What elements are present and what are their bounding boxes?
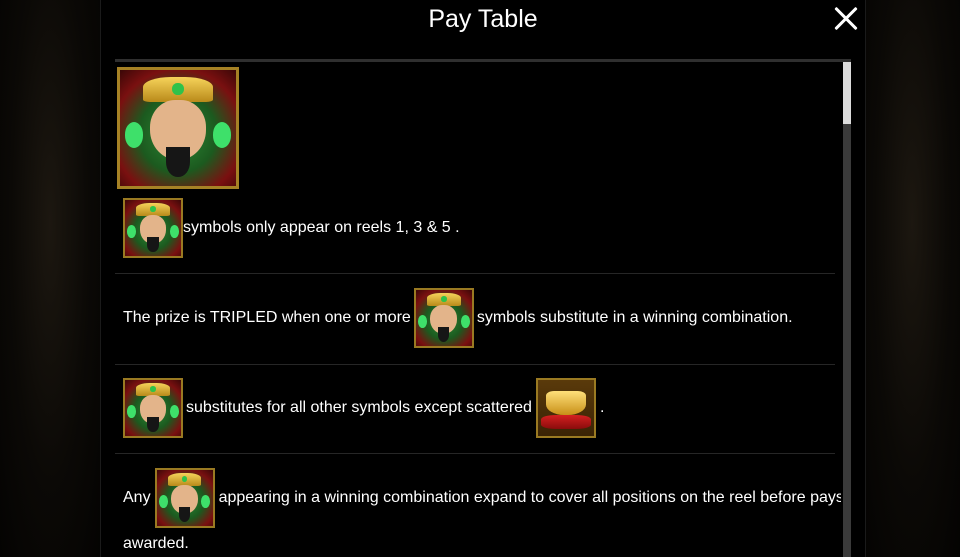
section-divider bbox=[115, 453, 835, 454]
substitutes-rule: substitutes for all other symbols except… bbox=[123, 378, 604, 438]
background-right bbox=[864, 0, 960, 557]
wild-emperor-symbol bbox=[123, 198, 183, 258]
tripled-rule: The prize is TRIPLED when one or more sy… bbox=[123, 288, 793, 348]
tripled-rule-text-start: The prize is TRIPLED when one or more bbox=[123, 309, 411, 326]
section-divider bbox=[115, 273, 835, 274]
wild-emperor-symbol bbox=[154, 468, 215, 528]
expand-rule-text-end: appearing in a winning combination expan… bbox=[218, 489, 841, 506]
expand-rule-text-line2: awarded. bbox=[123, 535, 189, 552]
wild-emperor-symbol bbox=[123, 378, 183, 438]
scrollbar-track[interactable] bbox=[843, 62, 851, 557]
pay-table-panel: Pay Table symbols only appear on reels 1… bbox=[100, 0, 866, 557]
substitutes-rule-period: . bbox=[599, 399, 605, 416]
reels-rule-text: symbols only appear on reels 1, 3 & 5 . bbox=[183, 219, 460, 236]
background-left bbox=[0, 0, 100, 557]
pay-table-content: symbols only appear on reels 1, 3 & 5 . … bbox=[101, 62, 841, 557]
scrollbar-thumb[interactable] bbox=[843, 62, 851, 124]
wild-emperor-symbol-large bbox=[117, 67, 239, 189]
substitutes-rule-text: substitutes for all other symbols except… bbox=[186, 399, 532, 416]
section-divider bbox=[115, 364, 835, 365]
reels-rule: symbols only appear on reels 1, 3 & 5 . bbox=[123, 198, 460, 258]
dialog-title: Pay Table bbox=[428, 5, 538, 33]
wild-emperor-symbol bbox=[413, 288, 474, 348]
close-icon[interactable] bbox=[833, 6, 859, 32]
gold-ingot-scatter-symbol bbox=[535, 378, 596, 438]
expand-rule-text-start: Any bbox=[123, 489, 151, 506]
expand-rule: Any appearing in a winning combination e… bbox=[123, 468, 841, 528]
tripled-rule-text-end: symbols substitute in a winning combinat… bbox=[476, 309, 793, 326]
